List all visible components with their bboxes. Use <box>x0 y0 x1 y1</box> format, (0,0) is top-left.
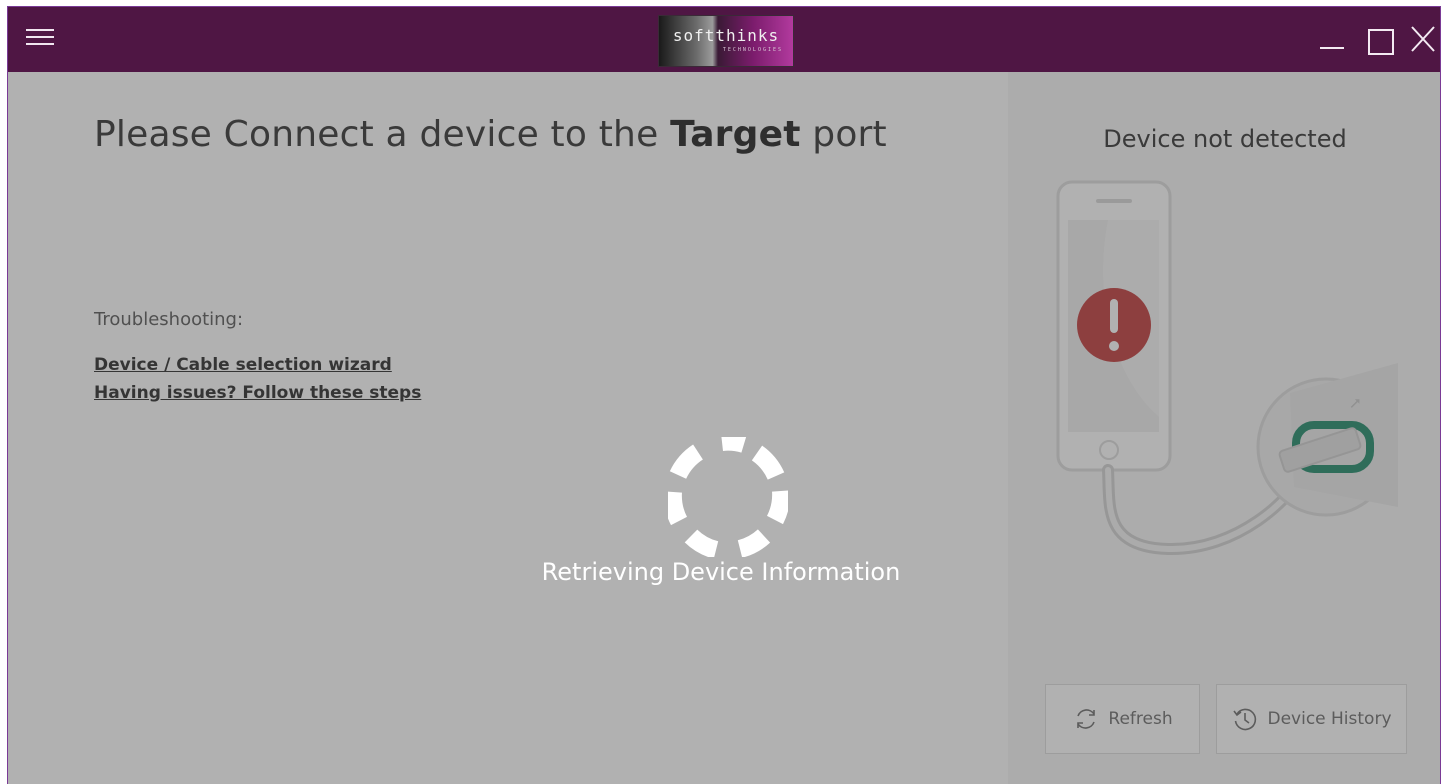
refresh-label: Refresh <box>1108 709 1173 729</box>
history-icon <box>1233 708 1257 731</box>
app-window: softthinks TECHNOLOGIES Please Connect a… <box>7 6 1441 784</box>
device-history-label: Device History <box>1267 709 1392 729</box>
logo-subtext: TECHNOLOGIES <box>722 47 783 53</box>
issues-steps-link[interactable]: Having issues? Follow these steps <box>94 383 421 403</box>
maximize-icon[interactable] <box>1365 23 1395 55</box>
softthinks-logo: softthinks TECHNOLOGIES <box>658 15 794 67</box>
cable-wizard-link[interactable]: Device / Cable selection wizard <box>94 355 392 375</box>
refresh-icon <box>1077 709 1096 729</box>
close-icon[interactable] <box>1408 23 1438 55</box>
headline-target: Target <box>670 114 801 155</box>
minimize-icon[interactable] <box>1318 23 1348 55</box>
troubleshooting-label: Troubleshooting: <box>94 309 244 330</box>
hamburger-icon[interactable] <box>26 25 54 51</box>
headline-prefix: Please Connect a device to the <box>94 114 671 155</box>
phone-usb-error-icon: ⭧ <box>1056 180 1398 556</box>
device-history-button[interactable]: Device History <box>1216 684 1407 754</box>
device-status-panel: Device not detected ⭧ Refresh Device His… <box>1008 72 1440 784</box>
title-bar: softthinks TECHNOLOGIES <box>8 7 1440 72</box>
refresh-button[interactable]: Refresh <box>1045 684 1200 754</box>
page-title: Please Connect a device to the Target po… <box>94 114 887 155</box>
svg-text:⭧: ⭧ <box>1350 394 1360 413</box>
headline-suffix: port <box>800 114 887 155</box>
main-panel: Please Connect a device to the Target po… <box>8 72 1008 784</box>
device-status-title: Device not detected <box>1103 125 1347 153</box>
logo-text: softthinks <box>672 26 780 45</box>
